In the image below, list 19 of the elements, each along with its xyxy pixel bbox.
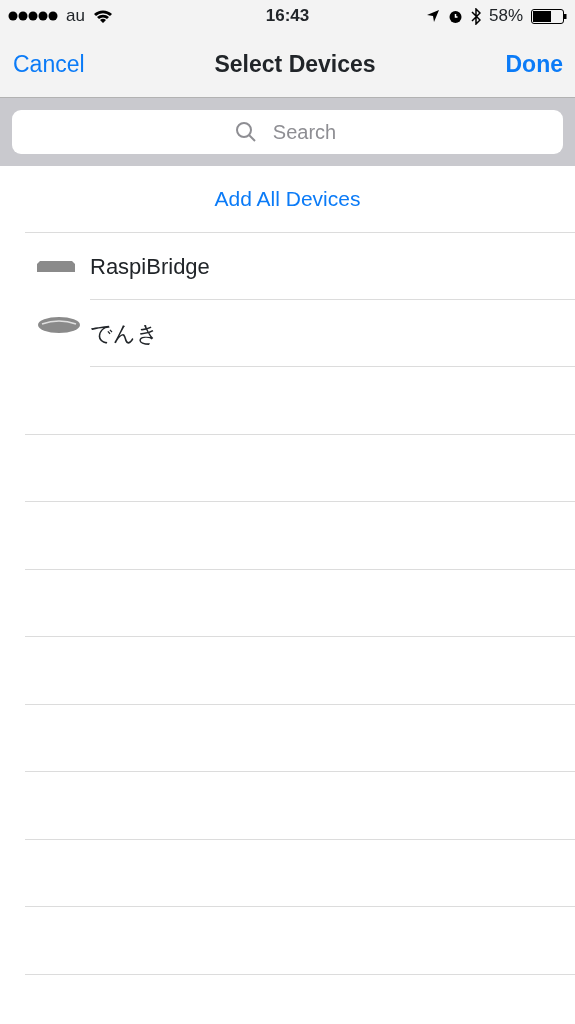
bluetooth-icon — [470, 7, 481, 25]
carrier-name: au — [66, 5, 85, 28]
search-field[interactable]: Search — [12, 110, 563, 154]
ceiling-light-icon — [37, 316, 81, 334]
cancel-button[interactable]: Cancel — [13, 47, 85, 82]
device-name[interactable]: RaspiBridge — [90, 249, 210, 283]
page-title: Select Devices — [214, 50, 376, 80]
bridge-device-icon — [37, 261, 75, 272]
battery-icon — [531, 8, 567, 24]
done-button[interactable]: Done — [505, 47, 563, 82]
wifi-icon — [92, 8, 113, 24]
battery-percentage: 58% — [488, 5, 523, 28]
location-arrow-icon — [425, 9, 440, 23]
status-time: 16:43 — [265, 6, 310, 26]
add-all-devices-button[interactable]: Add All Devices — [208, 182, 367, 216]
signal-icon — [8, 11, 58, 21]
search-icon — [235, 121, 257, 143]
alarm-clock-icon — [447, 8, 463, 24]
device-name[interactable]: でんき — [90, 316, 159, 350]
